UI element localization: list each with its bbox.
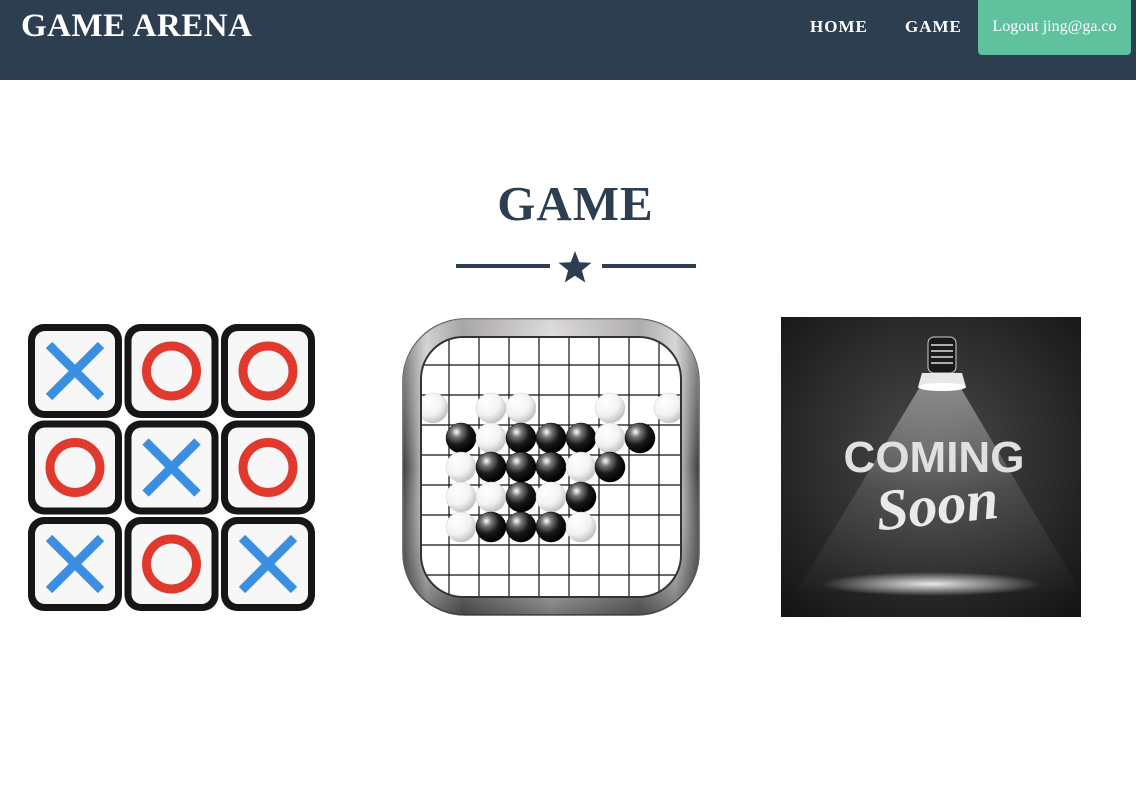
brand-logo[interactable]: GAME ARENA xyxy=(21,6,252,46)
spotlight-icon: COMING Soon xyxy=(781,317,1081,617)
nav-game-link[interactable]: GAME xyxy=(905,16,962,38)
star-icon xyxy=(558,251,592,283)
navbar: GAME ARENA HOME GAME Logout jing@ga.co xyxy=(0,0,1136,80)
divider-line-right xyxy=(602,264,696,268)
game-card-tic-tac-toe[interactable] xyxy=(26,322,321,617)
nav-home-link[interactable]: HOME xyxy=(810,16,868,38)
game-card-gomoku[interactable] xyxy=(401,317,701,617)
tic-tac-toe-board-icon xyxy=(28,324,315,611)
soon-text: Soon xyxy=(873,466,1002,543)
logout-button[interactable]: Logout jing@ga.co xyxy=(978,0,1131,55)
divider-line-left xyxy=(456,264,550,268)
section-title: GAME xyxy=(497,176,654,231)
game-card-coming-soon[interactable]: COMING Soon xyxy=(781,317,1081,617)
gomoku-board-icon xyxy=(402,318,700,616)
